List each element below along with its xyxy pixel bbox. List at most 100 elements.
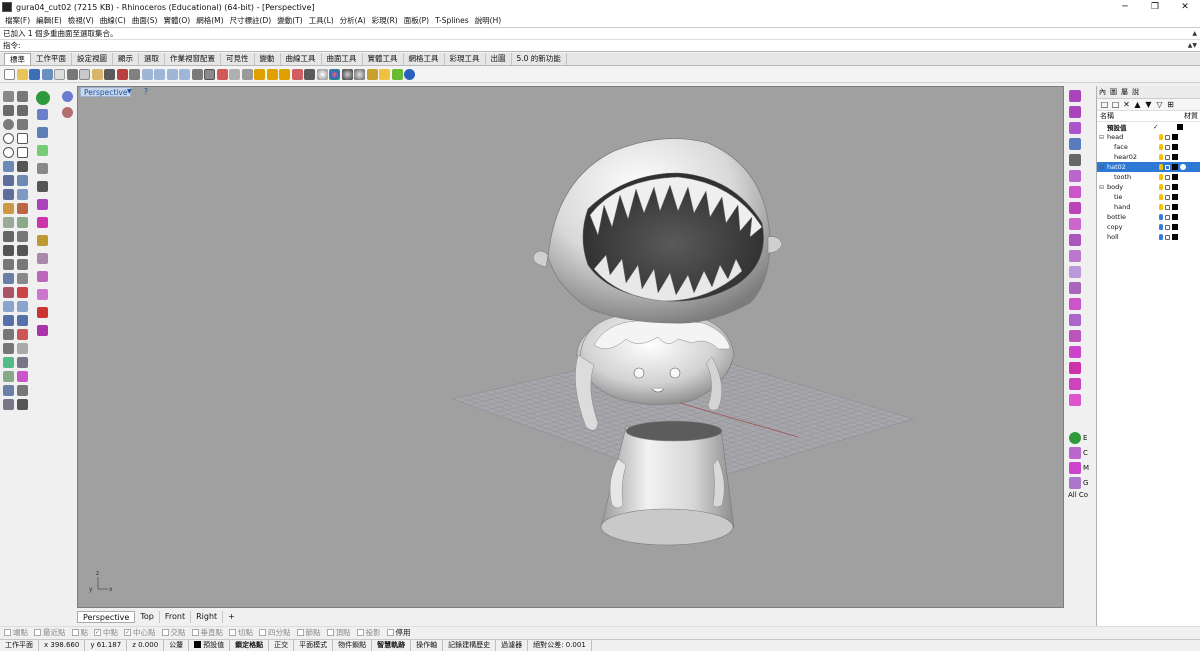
osnap-checkbox[interactable] xyxy=(34,629,41,636)
curve-icon[interactable] xyxy=(3,119,14,130)
visibility-bulb-icon[interactable] xyxy=(1159,214,1163,220)
rotate-view-icon[interactable] xyxy=(129,68,140,80)
perspective-viewport[interactable]: x y z Perspective ▼ ? xyxy=(77,86,1064,608)
viewport-scene[interactable]: x y z xyxy=(78,87,1064,608)
move-layer-up-icon[interactable]: ▲ xyxy=(1132,100,1143,109)
render-settings-icon[interactable] xyxy=(366,68,378,80)
pan-icon[interactable] xyxy=(116,68,128,80)
tab-viewport-layout[interactable]: 作業視窗配置 xyxy=(165,53,221,65)
zoom-icon[interactable] xyxy=(141,68,153,80)
layer-color-swatch[interactable] xyxy=(1172,164,1178,170)
tab-front[interactable]: Front xyxy=(160,610,192,623)
layer-row-body[interactable]: ⊟ body xyxy=(1097,182,1200,192)
lock-icon[interactable] xyxy=(1165,214,1170,220)
visibility-bulb-icon[interactable] xyxy=(1159,204,1163,210)
tsplines-mirror-icon[interactable] xyxy=(37,325,48,336)
lock-icon[interactable] xyxy=(1165,234,1170,240)
layers-icon[interactable] xyxy=(291,68,303,80)
osnap-checkbox[interactable] xyxy=(71,629,79,636)
layer-color-swatch[interactable] xyxy=(1172,184,1178,190)
delete-layer-icon[interactable]: ✕ xyxy=(1121,100,1132,109)
lock-icon[interactable] xyxy=(1165,144,1170,150)
osnap-checkbox[interactable] xyxy=(386,629,394,636)
sphere-icon[interactable] xyxy=(17,203,28,214)
tsplines-split-icon[interactable] xyxy=(1069,218,1081,230)
maximize-button[interactable]: ❐ xyxy=(1140,0,1170,14)
osnap-5[interactable]: 交點 xyxy=(161,627,186,638)
tab-set-view[interactable]: 設定視圖 xyxy=(72,53,113,65)
undo-view-icon[interactable] xyxy=(191,68,203,80)
settings-gear-icon[interactable] xyxy=(62,107,73,118)
minimize-button[interactable]: ─ xyxy=(1110,0,1140,14)
help-icon[interactable] xyxy=(404,68,415,80)
tab-drafting[interactable]: 出圖 xyxy=(486,53,512,65)
tsplines-manip-icon[interactable] xyxy=(37,145,48,156)
tsplines-match-icon[interactable] xyxy=(1069,186,1081,198)
tsplines-merge-icon[interactable] xyxy=(1069,234,1081,246)
tsplines-append-icon[interactable] xyxy=(37,199,48,210)
osnap-1[interactable]: 最近點 xyxy=(34,627,66,638)
light-bulb-icon[interactable] xyxy=(254,68,265,80)
tsplines-weld-icon[interactable] xyxy=(1069,90,1081,102)
move-layer-down-icon[interactable]: ▼ xyxy=(1143,100,1154,109)
osnap-checkbox[interactable] xyxy=(296,629,304,636)
tsplines-move-icon[interactable] xyxy=(37,163,48,174)
cplane-icon[interactable] xyxy=(216,68,228,80)
tab-surface-tools[interactable]: 曲面工具 xyxy=(322,53,363,65)
tsplines-info-icon[interactable] xyxy=(1069,330,1081,342)
tab-new-in-v5[interactable]: 5.0 的新功能 xyxy=(512,53,567,65)
visibility-bulb-icon[interactable] xyxy=(1159,154,1163,160)
scale-icon[interactable] xyxy=(17,301,28,312)
mirror-icon[interactable] xyxy=(17,315,28,326)
osnap-checkbox[interactable] xyxy=(4,629,11,636)
layer-tools-icon[interactable]: ⊞ xyxy=(1165,100,1176,109)
options-icon[interactable] xyxy=(391,68,403,80)
properties-icon[interactable] xyxy=(54,68,65,80)
lock-objects-icon[interactable] xyxy=(279,68,290,80)
layer-row-tooth[interactable]: tooth xyxy=(1097,172,1200,182)
material-sphere-icon[interactable] xyxy=(354,68,365,80)
rotate-icon[interactable] xyxy=(3,301,14,312)
copy-icon[interactable] xyxy=(79,68,90,80)
menu-panels[interactable]: 面板(P) xyxy=(401,15,432,26)
shaded-sphere-icon[interactable] xyxy=(316,68,328,80)
tab-render-tools[interactable]: 彩現工具 xyxy=(445,53,486,65)
lock-icon[interactable] xyxy=(1165,194,1170,200)
osnap-2[interactable]: 點 xyxy=(71,627,88,638)
layer-row-head[interactable]: ⊟ head xyxy=(1097,132,1200,142)
layer-row-hand[interactable]: hand xyxy=(1097,202,1200,212)
tsplines-subdivide-icon[interactable] xyxy=(1069,202,1081,214)
tsplines-delete-icon[interactable] xyxy=(37,307,48,318)
planar-toggle[interactable]: 平面模式 xyxy=(294,639,334,651)
osnap-toggle[interactable]: 物件鎖點 xyxy=(333,639,373,651)
lock-icon[interactable] xyxy=(1165,224,1170,230)
new-layer-icon[interactable]: □ xyxy=(1099,100,1110,109)
tab-top[interactable]: Top xyxy=(135,610,160,623)
osnap-11[interactable]: 投影 xyxy=(356,627,381,638)
box-icon[interactable] xyxy=(3,203,14,214)
lock-icon[interactable] xyxy=(1165,154,1170,160)
line-icon[interactable] xyxy=(17,105,28,116)
tab-transform[interactable]: 變動 xyxy=(255,53,281,65)
menu-edit[interactable]: 編輯(E) xyxy=(33,15,65,26)
osnap-checkbox[interactable] xyxy=(356,629,364,636)
osnap-checkbox[interactable] xyxy=(259,629,266,636)
layer-row-hat02[interactable]: ⊟ hat02 xyxy=(1097,162,1200,172)
tsplines-convert-icon[interactable] xyxy=(1069,138,1081,150)
select-points-icon[interactable] xyxy=(3,91,14,102)
layer-row-bottle[interactable]: bottle xyxy=(1097,212,1200,222)
menu-surface[interactable]: 曲面(S) xyxy=(129,15,161,26)
tab-standard[interactable]: 標準 xyxy=(4,53,31,65)
tab-mesh-tools[interactable]: 網格工具 xyxy=(404,53,445,65)
tsplines-shrink-icon[interactable] xyxy=(1069,378,1081,390)
extrude-curve-icon[interactable] xyxy=(17,175,28,186)
explode-icon[interactable] xyxy=(17,259,28,270)
menu-view[interactable]: 檢視(V) xyxy=(65,15,97,26)
ellipse-icon[interactable] xyxy=(3,147,14,158)
analyze-icon[interactable] xyxy=(3,329,14,340)
visibility-bulb-icon[interactable] xyxy=(1159,144,1163,150)
mesh-box-icon[interactable] xyxy=(17,217,28,228)
tsplines-fill-icon[interactable] xyxy=(37,235,48,246)
trim-icon[interactable] xyxy=(3,245,14,256)
tsplines-pipe-icon[interactable] xyxy=(1069,250,1081,262)
